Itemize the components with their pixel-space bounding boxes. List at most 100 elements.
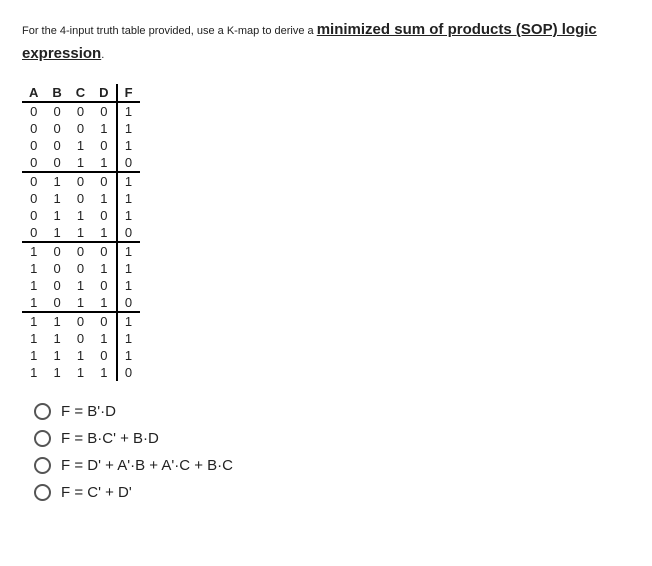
table-cell: 1 xyxy=(45,224,68,242)
option-label: F = D' + A'·B + A'·C + B·C xyxy=(61,457,233,474)
table-cell: 1 xyxy=(92,364,116,381)
table-cell: 0 xyxy=(22,207,45,224)
table-row: 11011 xyxy=(22,330,140,347)
table-cell: 1 xyxy=(117,242,140,260)
radio-icon xyxy=(34,403,51,420)
table-cell: 1 xyxy=(69,224,92,242)
option-c[interactable]: F = D' + A'·B + A'·C + B·C xyxy=(34,457,630,474)
table-cell: 0 xyxy=(117,364,140,381)
table-cell: 1 xyxy=(117,120,140,137)
table-cell: 1 xyxy=(117,260,140,277)
table-row: 01001 xyxy=(22,172,140,190)
table-row: 01011 xyxy=(22,190,140,207)
table-cell: 1 xyxy=(45,190,68,207)
table-cell: 1 xyxy=(22,242,45,260)
table-cell: 0 xyxy=(22,120,45,137)
table-header: D xyxy=(92,84,116,102)
table-cell: 1 xyxy=(45,364,68,381)
table-cell: 1 xyxy=(69,277,92,294)
table-cell: 0 xyxy=(92,172,116,190)
table-cell: 1 xyxy=(69,347,92,364)
option-b[interactable]: F = B·C' + B·D xyxy=(34,430,630,447)
table-cell: 0 xyxy=(45,260,68,277)
table-cell: 0 xyxy=(22,137,45,154)
table-row: 00001 xyxy=(22,102,140,120)
table-cell: 0 xyxy=(69,330,92,347)
radio-icon xyxy=(34,484,51,501)
table-cell: 1 xyxy=(45,207,68,224)
table-row: 10011 xyxy=(22,260,140,277)
table-cell: 1 xyxy=(45,330,68,347)
table-cell: 0 xyxy=(22,190,45,207)
question-prompt: For the 4-input truth table provided, us… xyxy=(22,18,630,66)
table-cell: 1 xyxy=(22,277,45,294)
option-label: F = B·C' + B·D xyxy=(61,430,159,447)
table-cell: 1 xyxy=(117,137,140,154)
table-cell: 1 xyxy=(117,172,140,190)
table-cell: 0 xyxy=(45,277,68,294)
table-cell: 1 xyxy=(45,312,68,330)
table-cell: 0 xyxy=(92,102,116,120)
table-cell: 1 xyxy=(117,330,140,347)
table-cell: 1 xyxy=(92,294,116,312)
table-row: 01101 xyxy=(22,207,140,224)
table-cell: 0 xyxy=(22,154,45,172)
table-row: 00110 xyxy=(22,154,140,172)
prompt-pre: For the 4-input truth table provided, us… xyxy=(22,25,317,37)
table-cell: 1 xyxy=(92,260,116,277)
table-cell: 1 xyxy=(22,364,45,381)
table-cell: 1 xyxy=(92,120,116,137)
table-header: F xyxy=(117,84,140,102)
table-cell: 1 xyxy=(69,364,92,381)
table-row: 00011 xyxy=(22,120,140,137)
table-cell: 0 xyxy=(69,242,92,260)
table-cell: 0 xyxy=(69,312,92,330)
table-cell: 0 xyxy=(92,347,116,364)
table-cell: 1 xyxy=(22,347,45,364)
table-row: 10101 xyxy=(22,277,140,294)
table-row: 00101 xyxy=(22,137,140,154)
table-cell: 1 xyxy=(45,347,68,364)
option-label: F = C' + D' xyxy=(61,484,132,501)
table-cell: 0 xyxy=(45,120,68,137)
table-cell: 0 xyxy=(69,260,92,277)
table-cell: 0 xyxy=(117,294,140,312)
table-row: 10001 xyxy=(22,242,140,260)
table-cell: 1 xyxy=(92,330,116,347)
table-cell: 0 xyxy=(92,277,116,294)
table-cell: 0 xyxy=(69,102,92,120)
table-cell: 0 xyxy=(92,242,116,260)
table-cell: 1 xyxy=(69,137,92,154)
table-cell: 0 xyxy=(22,172,45,190)
table-cell: 0 xyxy=(117,224,140,242)
table-cell: 0 xyxy=(45,102,68,120)
table-cell: 1 xyxy=(92,154,116,172)
table-cell: 1 xyxy=(117,190,140,207)
option-a[interactable]: F = B'·D xyxy=(34,403,630,420)
table-cell: 1 xyxy=(22,260,45,277)
table-row: 10110 xyxy=(22,294,140,312)
option-label: F = B'·D xyxy=(61,403,116,420)
table-cell: 0 xyxy=(45,242,68,260)
table-cell: 1 xyxy=(45,172,68,190)
table-cell: 1 xyxy=(69,294,92,312)
table-cell: 1 xyxy=(69,154,92,172)
table-cell: 0 xyxy=(69,120,92,137)
table-cell: 1 xyxy=(22,294,45,312)
table-row: 11001 xyxy=(22,312,140,330)
option-d[interactable]: F = C' + D' xyxy=(34,484,630,501)
radio-icon xyxy=(34,457,51,474)
table-cell: 0 xyxy=(92,207,116,224)
radio-icon xyxy=(34,430,51,447)
table-row: 11110 xyxy=(22,364,140,381)
table-cell: 1 xyxy=(22,330,45,347)
table-cell: 0 xyxy=(22,102,45,120)
table-header: C xyxy=(69,84,92,102)
table-cell: 1 xyxy=(69,207,92,224)
table-cell: 1 xyxy=(117,312,140,330)
table-cell: 1 xyxy=(117,347,140,364)
table-cell: 1 xyxy=(117,277,140,294)
table-cell: 0 xyxy=(45,137,68,154)
table-cell: 0 xyxy=(92,137,116,154)
prompt-post: . xyxy=(101,49,104,61)
